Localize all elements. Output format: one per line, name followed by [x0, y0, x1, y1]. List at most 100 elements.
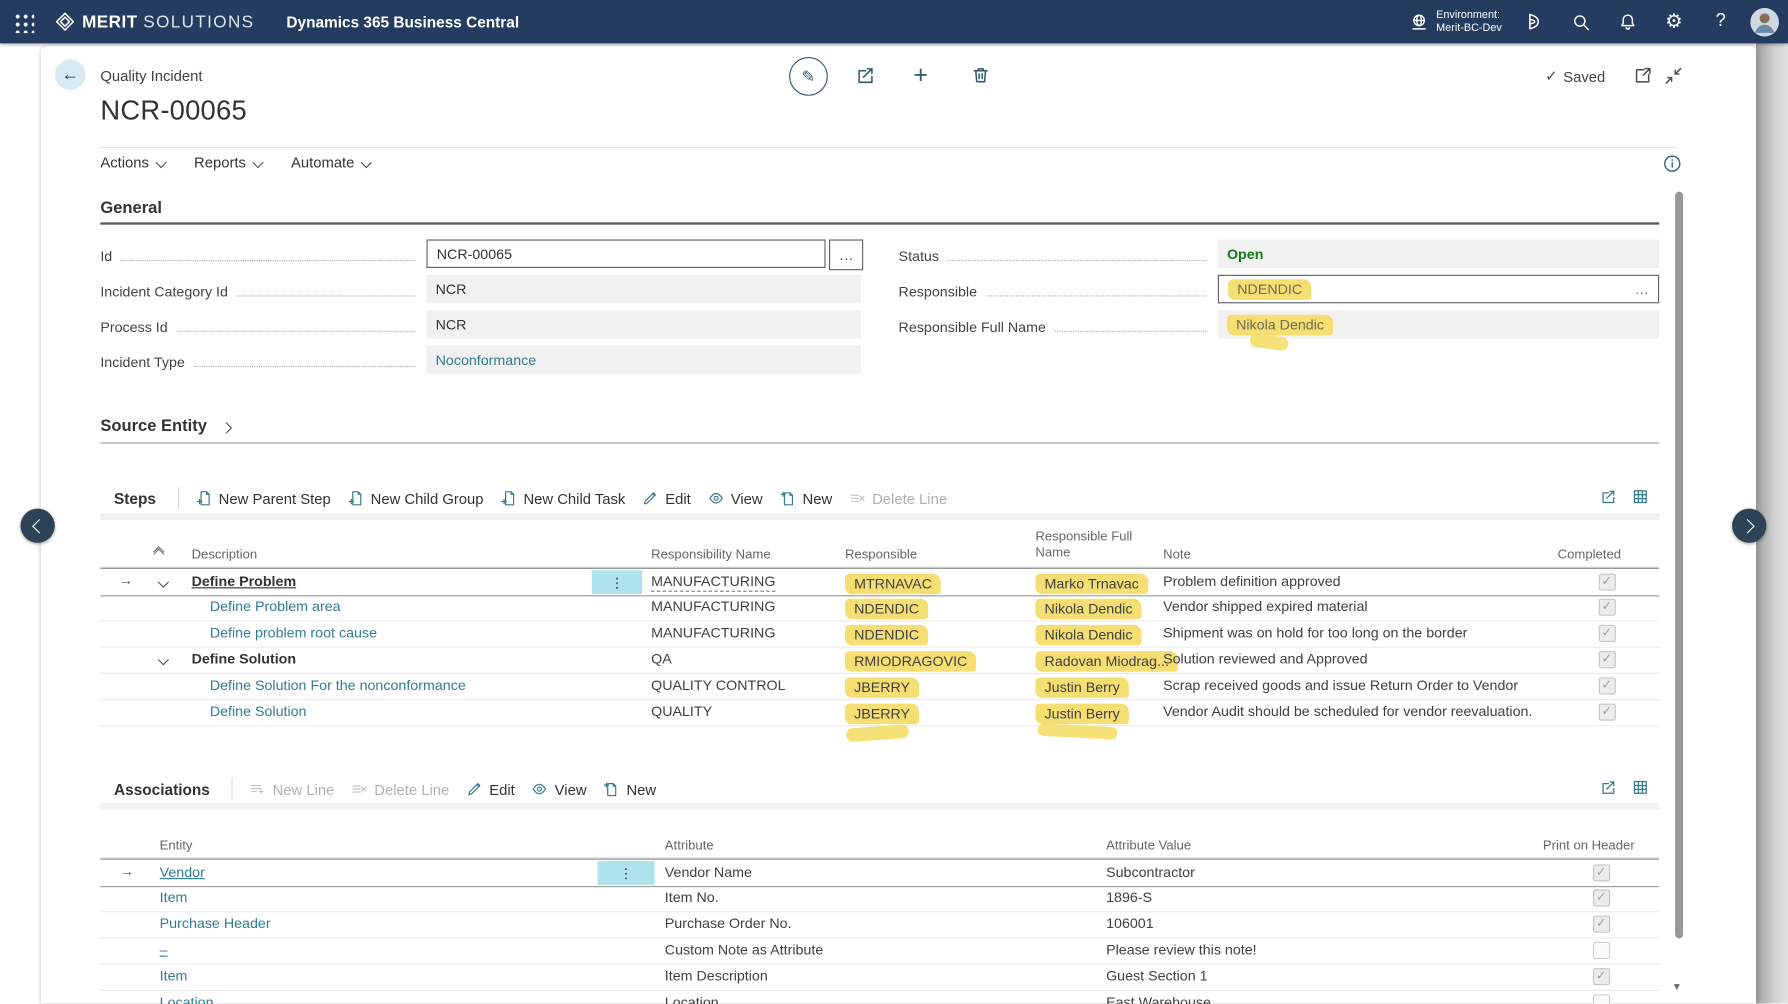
step-description[interactable]: Define Problem	[192, 574, 297, 590]
step-note[interactable]: Shipment was on hold for too long on the…	[1163, 625, 1467, 641]
association-attribute[interactable]: Custom Note as Attribute	[665, 942, 823, 958]
associations-view-button[interactable]: View	[532, 781, 587, 798]
association-entity[interactable]: –	[160, 942, 168, 958]
association-attribute[interactable]: Item Description	[665, 968, 768, 984]
collapse-page-icon[interactable]	[1664, 66, 1683, 91]
steps-row-3[interactable]: Define problem root cause MANUFACTURING …	[100, 620, 1659, 647]
association-row-2[interactable]: Item Item No. 1896-S	[100, 885, 1659, 912]
row-options-button[interactable]: ⋮	[598, 861, 655, 885]
menu-actions[interactable]: Actions	[100, 154, 164, 171]
association-attribute-value[interactable]: Guest Section 1	[1106, 968, 1207, 984]
step-note[interactable]: Vendor shipped expired material	[1163, 599, 1367, 615]
association-attribute[interactable]: Item No.	[665, 889, 719, 905]
associations-new-button[interactable]: New	[604, 781, 656, 798]
step-responsible[interactable]: NDENDIC	[845, 625, 928, 646]
open-in-new-window-icon[interactable]	[1633, 66, 1652, 91]
info-icon[interactable]	[1663, 154, 1682, 179]
settings-gear-icon[interactable]: ⚙	[1657, 5, 1691, 39]
back-button[interactable]: ←	[55, 59, 86, 90]
step-responsibility[interactable]: QUALITY	[651, 704, 712, 720]
step-description[interactable]: Define Solution For the nonconformance	[210, 677, 466, 693]
app-launcher-icon[interactable]	[13, 11, 35, 33]
column-attribute[interactable]: Attribute	[665, 839, 714, 853]
environment-indicator[interactable]: Environment: Merit-BC-Dev	[1410, 9, 1502, 35]
step-responsibility[interactable]: QUALITY CONTROL	[651, 677, 785, 693]
association-entity[interactable]: Item	[160, 889, 188, 905]
previous-record-button[interactable]	[21, 509, 55, 543]
step-responsible[interactable]: NDENDIC	[845, 599, 928, 620]
association-entity[interactable]: Location	[160, 994, 214, 1004]
steps-delete-line-button[interactable]: Delete Line	[849, 490, 947, 507]
association-attribute-value[interactable]: Please review this note!	[1106, 942, 1257, 958]
step-responsibility[interactable]: MANUFACTURING	[651, 599, 775, 615]
steps-open-in-excel-icon[interactable]	[1632, 488, 1649, 511]
associations-new-line-button[interactable]: New Line	[250, 781, 335, 798]
associations-share-icon[interactable]	[1600, 779, 1617, 802]
association-entity[interactable]: Vendor	[160, 864, 205, 880]
help-icon[interactable]: ?	[1704, 5, 1738, 39]
steps-row-2[interactable]: Define Problem area MANUFACTURING NDENDI…	[100, 594, 1659, 621]
association-row-3[interactable]: Purchase Header Purchase Order No. 10600…	[100, 911, 1659, 938]
menu-automate[interactable]: Automate	[291, 154, 370, 171]
new-child-group-button[interactable]: New Child Group	[348, 490, 484, 507]
step-note[interactable]: Vendor Audit should be scheduled for ven…	[1163, 704, 1532, 720]
new-child-task-button[interactable]: New Child Task	[501, 490, 626, 507]
steps-row-6[interactable]: Define Solution QUALITY JBERRY Justin Be…	[100, 699, 1659, 726]
association-entity[interactable]: Purchase Header	[160, 916, 271, 932]
share-button[interactable]	[855, 65, 876, 91]
association-row-4[interactable]: – Custom Note as Attribute Please review…	[100, 937, 1659, 964]
steps-row-4[interactable]: Define Solution QA RMIODRAGOVIC Radovan …	[100, 647, 1659, 674]
association-attribute[interactable]: Purchase Order No.	[665, 916, 792, 932]
column-responsibility-name[interactable]: Responsibility Name	[651, 548, 771, 562]
new-parent-step-button[interactable]: New Parent Step	[196, 490, 331, 507]
step-note[interactable]: Solution reviewed and Approved	[1163, 651, 1367, 667]
step-note[interactable]: Problem definition approved	[1163, 574, 1340, 590]
next-record-button[interactable]	[1732, 509, 1766, 543]
association-attribute[interactable]: Vendor Name	[665, 864, 752, 880]
menu-reports[interactable]: Reports	[194, 154, 261, 171]
step-responsible[interactable]: JBERRY	[845, 704, 919, 725]
row-options-button[interactable]: ⋮	[592, 570, 642, 594]
association-entity[interactable]: Item	[160, 968, 188, 984]
notifications-icon[interactable]	[1610, 5, 1644, 39]
steps-new-button[interactable]: New	[780, 490, 832, 507]
step-note[interactable]: Scrap received goods and issue Return Or…	[1163, 677, 1518, 693]
association-attribute-value[interactable]: 106001	[1106, 916, 1154, 932]
column-note[interactable]: Note	[1163, 548, 1191, 562]
step-description[interactable]: Define Problem area	[210, 599, 341, 615]
association-attribute-value[interactable]: Subcontractor	[1106, 864, 1195, 880]
column-print-on-header[interactable]: Print on Header	[1543, 839, 1635, 853]
search-icon[interactable]	[1563, 5, 1597, 39]
id-input[interactable]: NCR-00065	[426, 239, 825, 268]
edit-button[interactable]: ✎	[789, 57, 828, 96]
delete-button[interactable]	[970, 65, 991, 91]
responsible-lookup-ellipsis[interactable]: …	[1635, 281, 1649, 297]
new-record-button[interactable]: +	[913, 60, 928, 90]
column-description[interactable]: Description	[192, 548, 258, 562]
incident-type-value[interactable]: Noconformance	[426, 346, 860, 375]
associations-open-in-excel-icon[interactable]	[1632, 779, 1649, 802]
step-description[interactable]: Define problem root cause	[210, 625, 377, 641]
steps-row-5[interactable]: Define Solution For the nonconformance Q…	[100, 673, 1659, 700]
association-row-6[interactable]: Location Location East Warehouse	[100, 990, 1659, 1004]
step-responsibility[interactable]: MANUFACTURING	[651, 625, 775, 641]
vertical-scrollbar[interactable]	[1675, 192, 1683, 939]
id-assist-edit-button[interactable]: …	[829, 239, 863, 270]
association-attribute[interactable]: Location	[665, 994, 719, 1004]
step-responsibility[interactable]: MANUFACTURING	[651, 574, 775, 592]
association-attribute-value[interactable]: 1896-S	[1106, 889, 1152, 905]
column-responsible-full-name[interactable]: Responsible Full Name	[1035, 531, 1140, 562]
associations-delete-line-button[interactable]: Delete Line	[351, 781, 449, 798]
step-description[interactable]: Define Solution	[192, 651, 297, 667]
column-completed[interactable]: Completed	[1558, 548, 1621, 562]
associations-edit-button[interactable]: Edit	[466, 781, 514, 798]
steps-edit-button[interactable]: Edit	[642, 490, 690, 507]
dynamics-apps-icon[interactable]	[1517, 5, 1551, 39]
column-attribute-value[interactable]: Attribute Value	[1106, 839, 1191, 853]
column-entity[interactable]: Entity	[160, 839, 193, 853]
user-avatar[interactable]	[1750, 7, 1779, 36]
step-responsible[interactable]: MTRNAVAC	[845, 574, 941, 595]
step-responsible[interactable]: RMIODRAGOVIC	[845, 651, 976, 672]
association-attribute-value[interactable]: East Warehouse	[1106, 994, 1211, 1004]
steps-view-button[interactable]: View	[708, 490, 763, 507]
